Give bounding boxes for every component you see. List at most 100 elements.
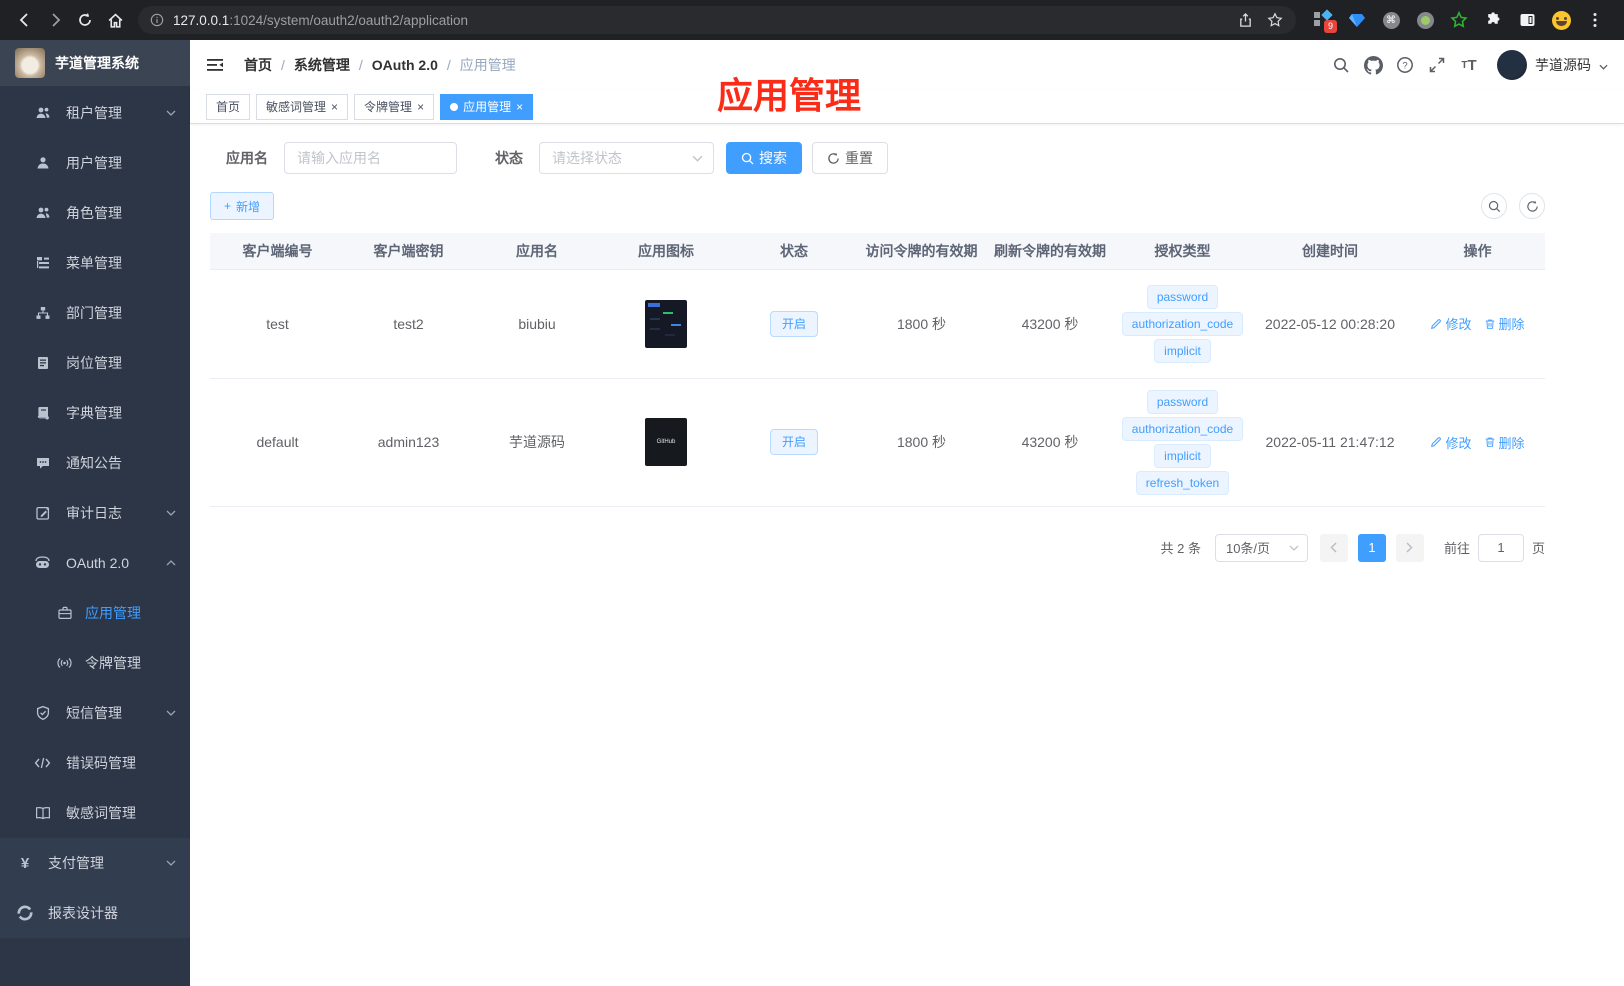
bookmark-star-icon[interactable]	[1260, 12, 1290, 28]
font-size-icon[interactable]: TT	[1453, 49, 1485, 81]
search-icon	[1488, 200, 1500, 212]
yen-icon: ¥	[16, 855, 33, 871]
goto-page-input[interactable]	[1477, 533, 1524, 562]
sidebar-collapse-icon[interactable]	[204, 54, 226, 76]
close-icon[interactable]: ×	[331, 101, 338, 113]
search-icon[interactable]	[1325, 49, 1357, 81]
add-button[interactable]: + 新增	[210, 192, 275, 220]
chevron-left-icon	[1330, 542, 1337, 553]
extension-badge: 9	[1324, 20, 1337, 33]
toggle-search-button[interactable]	[1481, 193, 1507, 219]
user-caret-icon[interactable]	[1599, 57, 1608, 73]
sidebar-item-audit[interactable]: 审计日志	[0, 488, 190, 538]
browser-menu-icon[interactable]	[1580, 5, 1610, 35]
address-bar[interactable]: 127.0.0.1:1024/system/oauth2/oauth2/appl…	[138, 6, 1296, 34]
briefcase-icon	[56, 605, 73, 621]
search-icon	[741, 152, 754, 165]
sidebar-item-dict[interactable]: 字典管理	[0, 388, 190, 438]
col-access-ttl: 访问令牌的有效期	[858, 233, 985, 269]
sidebar-item-menu[interactable]: 菜单管理	[0, 238, 190, 288]
delete-link[interactable]: 删除	[1484, 433, 1525, 452]
delete-link[interactable]: 删除	[1484, 314, 1525, 333]
close-icon[interactable]: ×	[417, 101, 424, 113]
sidebar-item-sms[interactable]: 短信管理	[0, 688, 190, 738]
fullscreen-icon[interactable]	[1421, 49, 1453, 81]
avatar[interactable]	[1497, 50, 1527, 80]
profile-avatar-icon[interactable]	[1546, 5, 1576, 35]
sidebar-item-notice[interactable]: 通知公告	[0, 438, 190, 488]
extensions-puzzle-icon[interactable]	[1478, 5, 1508, 35]
prev-page-button[interactable]	[1319, 533, 1348, 562]
sidebar-item-errorcode[interactable]: 错误码管理	[0, 738, 190, 788]
grant-type-tag: authorization_code	[1121, 311, 1244, 336]
browser-home-button[interactable]	[100, 5, 130, 35]
status-select[interactable]: 请选择状态	[539, 142, 714, 174]
trash-icon	[1485, 319, 1494, 329]
svg-text:¥: ¥	[20, 855, 29, 871]
share-icon[interactable]	[1230, 12, 1260, 28]
edit-link[interactable]: 修改	[1430, 433, 1472, 452]
command-extension-icon[interactable]: ⌘	[1376, 5, 1406, 35]
sidebar-item-oauth[interactable]: OAuth 2.0	[0, 538, 190, 588]
tab-groups-extension-icon[interactable]: 9	[1308, 5, 1338, 35]
sidebar-item-oauth-token[interactable]: 令牌管理	[0, 638, 190, 688]
refresh-table-button[interactable]	[1519, 193, 1545, 219]
search-button[interactable]: 搜索	[726, 142, 802, 174]
col-secret: 客户端密钥	[345, 233, 472, 269]
tab-home[interactable]: 首页	[206, 93, 251, 120]
sidebar-item-oauth-application[interactable]: 应用管理	[0, 588, 190, 638]
active-dot	[450, 102, 459, 111]
browser-forward-button[interactable]	[40, 5, 70, 35]
edit-link[interactable]: 修改	[1430, 314, 1472, 333]
roles-icon	[34, 205, 51, 221]
green-star-extension-icon[interactable]	[1444, 5, 1474, 35]
browser-back-button[interactable]	[10, 5, 40, 35]
sidebar-item-sensitiveword[interactable]: 敏感词管理	[0, 788, 190, 838]
tab-token[interactable]: 令牌管理 ×	[354, 93, 435, 120]
breadcrumb-system[interactable]: 系统管理	[294, 55, 350, 75]
tab-application[interactable]: 应用管理 ×	[440, 93, 534, 120]
sidebar-item-tenant[interactable]: 租户管理	[0, 88, 190, 138]
goto-label: 前往	[1443, 541, 1470, 556]
next-page-button[interactable]	[1395, 533, 1424, 562]
browser-reload-button[interactable]	[70, 5, 100, 35]
breadcrumb-home[interactable]: 首页	[244, 55, 272, 75]
app-name-label: 应用名	[226, 150, 268, 166]
sidebar-item-report-designer[interactable]: 报表设计器	[0, 888, 190, 938]
status-label: 状态	[495, 150, 523, 166]
github-icon[interactable]	[1357, 49, 1389, 81]
close-icon[interactable]: ×	[516, 101, 523, 113]
grant-type-tag: refresh_token	[1135, 470, 1230, 495]
sidebar-item-pay[interactable]: ¥ 支付管理	[0, 838, 190, 888]
gem-extension-icon[interactable]	[1342, 5, 1372, 35]
app-icon-thumbnail: GitHub	[645, 418, 687, 466]
username[interactable]: 芋道源码	[1535, 55, 1591, 75]
split-view-icon[interactable]	[1512, 5, 1542, 35]
site-info-icon[interactable]	[150, 13, 164, 27]
table-row: default admin123 芋道源码 GitHub 开启 1800 秒 4…	[210, 377, 1545, 506]
sidebar-bottom-section: ¥ 支付管理 报表设计器	[0, 838, 190, 938]
page-number-1[interactable]: 1	[1357, 533, 1386, 562]
page-size-select[interactable]: 10条/页	[1214, 533, 1308, 562]
breadcrumb-oauth[interactable]: OAuth 2.0	[372, 57, 438, 73]
record-extension-icon[interactable]	[1410, 5, 1440, 35]
report-icon	[16, 905, 33, 921]
chevron-down-icon	[166, 710, 176, 716]
help-icon[interactable]: ?	[1389, 49, 1421, 81]
edit-icon	[1431, 318, 1442, 329]
sidebar-item-post[interactable]: 岗位管理	[0, 338, 190, 388]
table-row: test test2 biubiu 开启 1800 秒 43200 秒 pass…	[210, 268, 1545, 378]
table-toolbar: + 新增	[210, 192, 1545, 220]
sidebar-item-user[interactable]: 用户管理	[0, 138, 190, 188]
sidebar-item-dept[interactable]: 部门管理	[0, 288, 190, 338]
tab-sensitive-word[interactable]: 敏感词管理 ×	[256, 93, 349, 120]
chevron-down-icon	[166, 110, 176, 116]
sidebar-item-role[interactable]: 角色管理	[0, 188, 190, 238]
col-created: 创建时间	[1250, 233, 1410, 269]
reset-button[interactable]: 重置	[812, 142, 888, 174]
app-name-input[interactable]	[284, 142, 457, 174]
robot-icon	[34, 555, 51, 571]
chevron-down-icon	[692, 155, 703, 162]
sidebar-header[interactable]: 芋道管理系统	[0, 40, 190, 86]
page-unit-label: 页	[1531, 541, 1545, 556]
